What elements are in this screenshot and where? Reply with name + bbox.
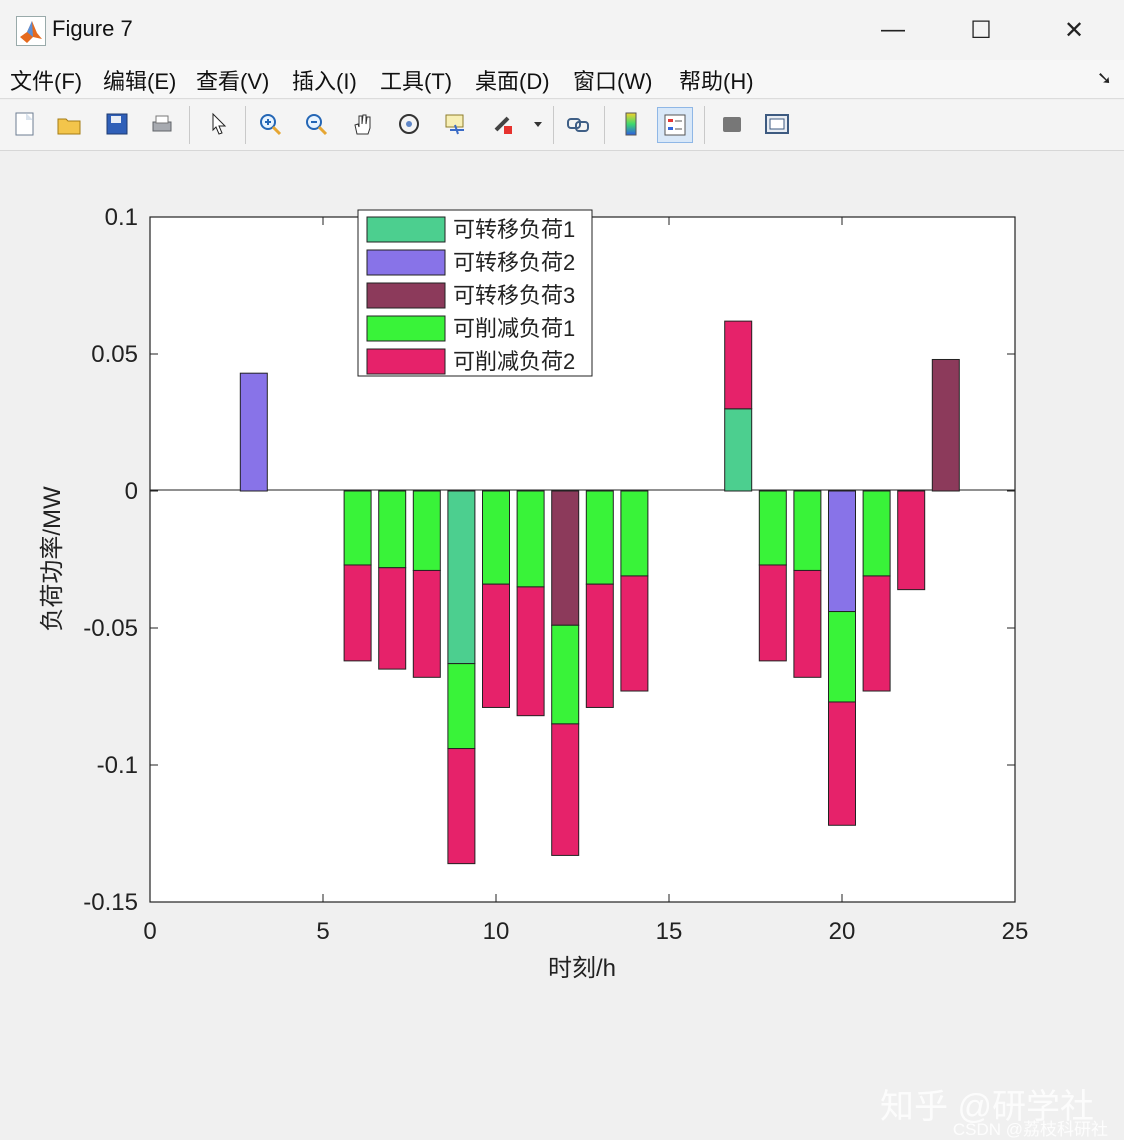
y-axis-label: 负荷功率/MW (39, 486, 66, 632)
bar-t12-series5 (551, 723, 580, 856)
bar-t18-series5 (758, 564, 787, 662)
x-tick-label: 10 (483, 918, 510, 945)
legend-swatch-3 (366, 282, 446, 309)
minimize-button[interactable]: — (866, 10, 920, 50)
zoom-in-icon[interactable] (253, 107, 287, 141)
bar-t7-series4 (378, 490, 407, 569)
bar-t20-series4 (828, 611, 856, 703)
bar-t6-series5 (343, 564, 372, 662)
print-icon[interactable] (145, 107, 179, 141)
pan-hand-icon[interactable] (346, 107, 380, 141)
menu-file[interactable]: 文件(F) (10, 64, 82, 96)
y-tick-label: -0.15 (83, 889, 138, 916)
link-icon[interactable] (561, 107, 595, 141)
maximize-button[interactable]: ☐ (954, 10, 1008, 50)
bar-t9-series5 (447, 748, 476, 865)
save-icon[interactable] (100, 107, 134, 141)
x-tick-label: 20 (829, 918, 856, 945)
csdn-watermark: CSDN @荔枝科研社 (952, 1120, 1108, 1139)
menu-window[interactable]: 窗口(W) (573, 64, 652, 96)
y-tick-label: 0.1 (105, 204, 138, 231)
bar-t19-series4 (793, 490, 822, 571)
bar-t12-series3 (551, 490, 580, 626)
close-button[interactable]: ✕ (1047, 10, 1101, 50)
bar-t22-series5 (897, 490, 926, 591)
matlab-logo-icon (16, 16, 46, 46)
bar-t13-series4 (585, 490, 614, 585)
colorbar-icon[interactable] (614, 107, 648, 141)
bar-t21-series5 (862, 575, 891, 692)
bar-t19-series5 (793, 569, 822, 678)
bar-t20-series5 (828, 701, 856, 826)
bar-t6-series4 (343, 490, 372, 566)
bar-t12-series4 (551, 624, 580, 725)
bar-t13-series5 (585, 583, 614, 708)
legend-swatch-1 (366, 216, 446, 243)
legend[interactable]: 可转移负荷1 可转移负荷2 可转移负荷3 可削减负荷1 可削减负荷2 (357, 209, 593, 377)
legend-label-1: 可转移负荷1 (453, 217, 575, 242)
bar-t17-series5 (724, 320, 753, 410)
x-axis-label: 时刻/h (548, 955, 616, 982)
y-tick-label: -0.1 (97, 752, 138, 779)
menu-insert[interactable]: 插入(I) (292, 64, 357, 96)
bar-t14-series5 (620, 575, 649, 692)
y-tick-label: -0.05 (83, 615, 138, 642)
menu-view[interactable]: 查看(V) (196, 64, 269, 96)
brush-dropdown-icon[interactable] (529, 107, 547, 141)
bar-t21-series4 (862, 490, 891, 577)
bar-t7-series5 (378, 567, 407, 670)
menu-bar: 文件(F) 编辑(E) 查看(V) 插入(I) 工具(T) 桌面(D) 窗口(W… (0, 60, 1124, 99)
bar-t9-series4 (447, 663, 476, 750)
menu-tools[interactable]: 工具(T) (380, 64, 452, 96)
bar-t20-series2 (828, 490, 856, 613)
bar-t10-series5 (482, 583, 510, 708)
select-arrow-icon[interactable] (202, 107, 236, 141)
bar-t14-series4 (620, 490, 649, 577)
dock-arrow-icon[interactable]: ➘ (1097, 68, 1112, 89)
figure-canvas: 0 5 10 15 20 25 0.1 0.05 0 -0.05 -0.1 -0.15 时刻/h 负荷… (0, 151, 1124, 1139)
bar-t3-series2 (239, 372, 268, 492)
bar-t8-series5 (412, 569, 441, 678)
rotate-3d-icon[interactable] (392, 107, 426, 141)
bar-t23-series3 (931, 358, 960, 492)
bar-t10-series4 (482, 490, 510, 585)
bar-t18-series4 (758, 490, 787, 566)
open-folder-icon[interactable] (52, 107, 86, 141)
bar-t17-series1 (724, 408, 753, 492)
legend-label-3: 可转移负荷3 (453, 283, 575, 308)
show-plot-tools-icon[interactable] (760, 107, 794, 141)
window-title: Figure 7 (52, 16, 133, 41)
y-tick-label: 0.05 (91, 341, 138, 368)
data-cursor-icon[interactable] (438, 107, 472, 141)
bar-t11-series5 (516, 586, 545, 717)
menu-edit[interactable]: 编辑(E) (103, 64, 176, 96)
legend-swatch-2 (366, 249, 446, 276)
zoom-out-icon[interactable] (299, 107, 333, 141)
legend-swatch-5 (366, 348, 446, 375)
legend-label-5: 可削减负荷2 (453, 349, 575, 374)
x-tick-label: 0 (143, 918, 156, 945)
y-tick-label: 0 (125, 478, 138, 505)
bar-t11-series4 (516, 490, 545, 588)
menu-help[interactable]: 帮助(H) (679, 64, 754, 96)
x-tick-label: 5 (316, 918, 329, 945)
bar-t9-series1 (447, 490, 476, 665)
legend-label-4: 可削减负荷1 (453, 316, 575, 341)
stacked-bar-chart: 0 5 10 15 20 25 0.1 0.05 0 -0.05 -0.1 -0.15 时刻/h 负荷… (39, 204, 1029, 982)
legend-swatch-4 (366, 315, 446, 342)
hide-plot-tools-icon[interactable] (715, 107, 749, 141)
legend-label-2: 可转移负荷2 (453, 250, 575, 275)
legend-icon[interactable] (657, 107, 693, 143)
menu-desktop[interactable]: 桌面(D) (475, 64, 550, 96)
brush-icon[interactable] (485, 107, 519, 141)
new-file-icon[interactable] (8, 107, 42, 141)
x-tick-label: 15 (656, 918, 683, 945)
bar-t8-series4 (412, 490, 441, 571)
window-titlebar: Figure 7 — ☐ ✕ (0, 0, 1124, 60)
x-tick-label: 25 (1002, 918, 1029, 945)
toolbar (0, 100, 1124, 151)
